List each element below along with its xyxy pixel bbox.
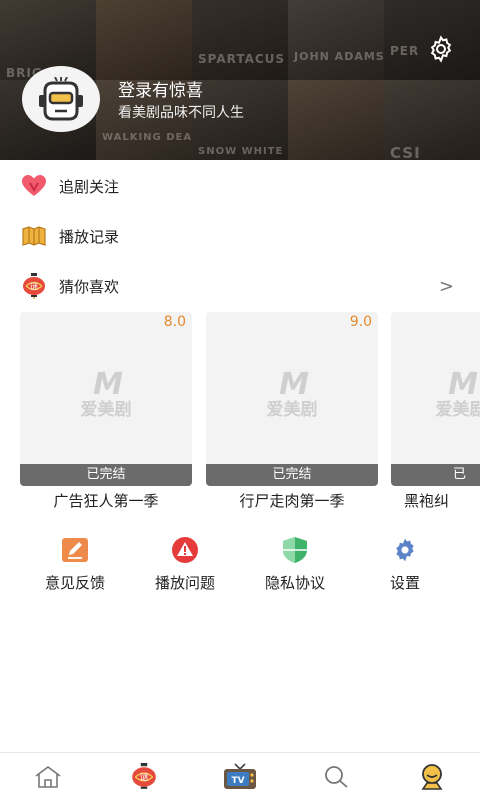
menu-item-follow[interactable]: 追剧关注 — [0, 161, 480, 211]
brand-logo-icon: M — [279, 367, 309, 402]
menu-item-label: 猜你喜欢 — [59, 277, 120, 296]
action-label: 隐私协议 — [264, 574, 325, 592]
placeholder-logo: M 爱美剧 — [435, 367, 480, 421]
placeholder-logo-text: 爱美剧 — [80, 400, 132, 420]
feedback-button[interactable]: 意见反馈 — [20, 536, 130, 593]
show-status-badge: 已完结 — [206, 464, 378, 486]
placeholder-logo-text: 爱美剧 — [266, 400, 318, 420]
svg-text:谜: 谜 — [140, 772, 149, 783]
show-title: 黑袍纠 — [404, 492, 450, 510]
guess-tab[interactable]: 谜 — [124, 759, 164, 795]
profile-tab[interactable] — [412, 759, 452, 795]
bottom-tab-bar: 谜 TV — [0, 752, 480, 800]
show-title: 广告狂人第一季 — [53, 492, 159, 510]
placeholder-logo: M 爱美剧 — [266, 367, 318, 421]
settings-button[interactable] — [424, 32, 458, 66]
show-card[interactable]: M 爱美剧 已 黑袍纠 — [391, 312, 480, 511]
placeholder-logo-text: 爱美剧 — [435, 400, 480, 420]
gear-icon — [430, 35, 452, 63]
tv-icon: TV — [224, 763, 256, 789]
playback-issue-button[interactable]: 播放问题 — [130, 536, 240, 593]
action-label: 意见反馈 — [44, 574, 105, 592]
tv-tab[interactable]: TV — [220, 759, 260, 795]
show-card-poster: 8.0 M 爱美剧 已完结 — [20, 312, 192, 486]
quick-actions: 意见反馈 播放问题 隐私协议 设置 — [0, 536, 480, 596]
profile-header-banner: BRIG SPARTACUS JOHN ADAMS PER WALKING DE… — [0, 0, 480, 160]
avatar[interactable] — [22, 66, 100, 132]
search-icon — [325, 766, 348, 788]
feedback-pencil-icon — [61, 536, 89, 564]
show-card-poster: M 爱美剧 已 — [391, 312, 480, 486]
privacy-button[interactable]: 隐私协议 — [240, 536, 350, 593]
show-card[interactable]: 8.0 M 爱美剧 已完结 广告狂人第一季 — [20, 312, 192, 511]
gear-icon — [391, 536, 419, 564]
warning-icon — [171, 536, 199, 564]
show-card-poster: 9.0 M 爱美剧 已完结 — [206, 312, 378, 486]
search-tab[interactable] — [316, 759, 356, 795]
show-card[interactable]: 9.0 M 爱美剧 已完结 行尸走肉第一季 — [206, 312, 378, 511]
menu-item-label: 追剧关注 — [59, 177, 120, 196]
profile-page: BRIG SPARTACUS JOHN ADAMS PER WALKING DE… — [0, 0, 480, 800]
menu-item-label: 播放记录 — [59, 227, 120, 246]
login-subtitle: 看美剧品味不同人生 — [118, 105, 244, 121]
home-tab[interactable] — [28, 759, 68, 795]
menu-item-history[interactable]: 播放记录 — [0, 211, 480, 261]
login-title[interactable]: 登录有惊喜 — [118, 76, 203, 101]
robot-avatar-icon — [39, 77, 83, 121]
lantern-icon: 谜 — [21, 273, 47, 299]
profile-icon — [421, 764, 443, 790]
show-score: 8.0 — [163, 314, 186, 330]
show-status-badge: 已 — [391, 464, 480, 486]
shield-icon — [281, 536, 309, 564]
settings-action-button[interactable]: 设置 — [350, 536, 460, 593]
brand-logo-icon: M — [448, 367, 478, 402]
action-label: 设置 — [389, 574, 420, 592]
svg-text:谜: 谜 — [30, 281, 38, 291]
house-icon — [35, 766, 61, 788]
show-score: 9.0 — [349, 314, 372, 330]
show-title: 行尸走肉第一季 — [239, 492, 345, 510]
film-reel-icon — [21, 223, 47, 249]
show-status-badge: 已完结 — [20, 464, 192, 486]
lantern-icon: 谜 — [132, 763, 156, 789]
brand-logo-icon: M — [93, 367, 123, 402]
recommend-carousel[interactable]: 8.0 M 爱美剧 已完结 广告狂人第一季 9.0 M 爱美剧 已完结 行尸走肉… — [20, 312, 480, 512]
action-label: 播放问题 — [154, 574, 215, 592]
heart-ribbon-icon — [21, 173, 47, 199]
placeholder-logo: M 爱美剧 — [80, 367, 132, 421]
chevron-right-icon: > — [438, 275, 454, 297]
menu-item-recommend[interactable]: 谜 猜你喜欢 > — [0, 261, 480, 311]
tv-badge: TV — [231, 776, 244, 786]
